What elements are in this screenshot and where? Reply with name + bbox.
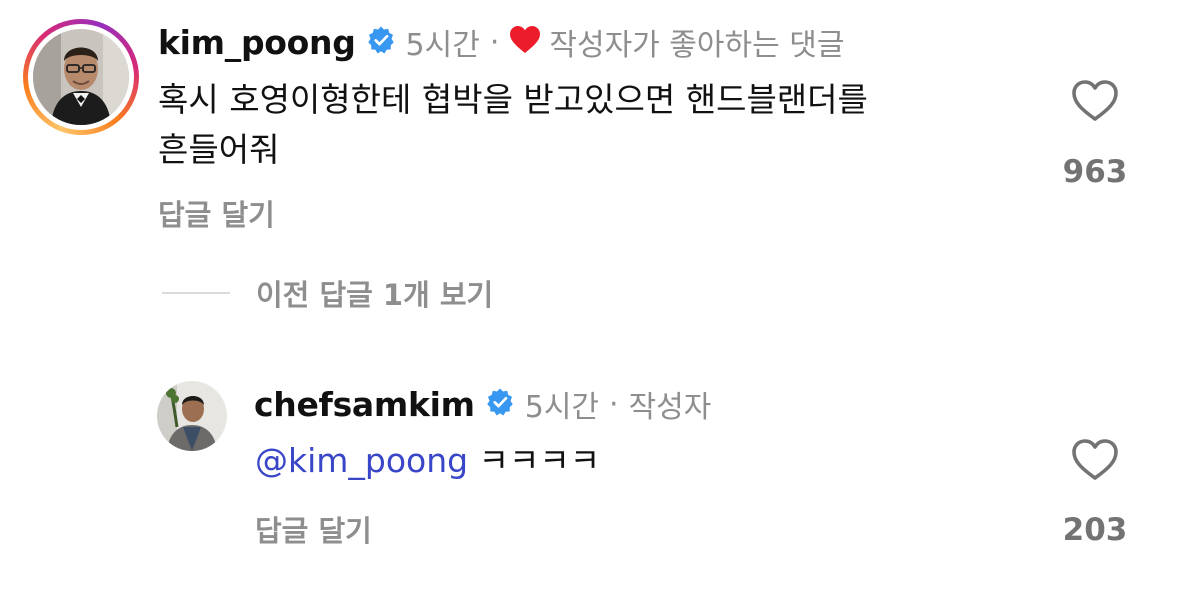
comment-1-reply-button[interactable]: 답글 달기 bbox=[158, 192, 275, 234]
heart-outline-icon[interactable] bbox=[1071, 79, 1119, 127]
comment-2-like-count: 203 bbox=[1062, 512, 1128, 548]
author-label: 작성자 bbox=[628, 390, 712, 425]
heart-outline-icon[interactable] bbox=[1071, 438, 1119, 486]
comment-2-username[interactable]: chefsamkim bbox=[254, 385, 475, 424]
comments-page: kim_poong 5시간 · 작성자가 좋아하는 댓글 혹시 호영이형한테 협… bbox=[0, 0, 1179, 589]
avatar-chefsamkim[interactable] bbox=[157, 381, 227, 451]
divider-line bbox=[162, 292, 230, 294]
view-previous-replies-button[interactable]: 이전 답글 1개 보기 bbox=[256, 272, 493, 314]
creator-liked-label: 작성자가 좋아하는 댓글 bbox=[549, 28, 845, 63]
comment-1-time: 5시간 bbox=[405, 28, 480, 63]
avatar-kim-poong[interactable] bbox=[33, 29, 129, 125]
comment-2-text: @kim_poong ㅋㅋㅋㅋ bbox=[255, 436, 1155, 486]
mention-link[interactable]: @kim_poong bbox=[255, 441, 468, 480]
comment-1-text-line1: 혹시 호영이형한테 협박을 받고있으면 핸드블랜더를 bbox=[158, 80, 868, 119]
comment-2-time: 5시간 bbox=[524, 390, 600, 425]
comment-2-body: ㅋㅋㅋㅋ bbox=[478, 441, 601, 480]
comment-1-meta: kim_poong 5시간 · 작성자가 좋아하는 댓글 bbox=[158, 20, 844, 64]
separator-dot: · bbox=[609, 386, 619, 422]
verified-badge-icon bbox=[366, 25, 396, 59]
comment-1-text-line2: 흔들어줘 bbox=[158, 130, 280, 169]
comment-1-text: 혹시 호영이형한테 협박을 받고있으면 핸드블랜더를 흔들어줘 bbox=[158, 75, 1058, 175]
verified-badge-icon bbox=[485, 387, 515, 421]
comment-1-username[interactable]: kim_poong bbox=[158, 23, 356, 62]
comment-1-like-count: 963 bbox=[1062, 154, 1128, 190]
separator-dot: · bbox=[489, 24, 500, 60]
comment-2-reply-button[interactable]: 답글 달기 bbox=[255, 508, 372, 550]
heart-filled-icon bbox=[509, 25, 541, 59]
comment-2-meta: chefsamkim 5시간 · 작성자 bbox=[254, 382, 711, 426]
